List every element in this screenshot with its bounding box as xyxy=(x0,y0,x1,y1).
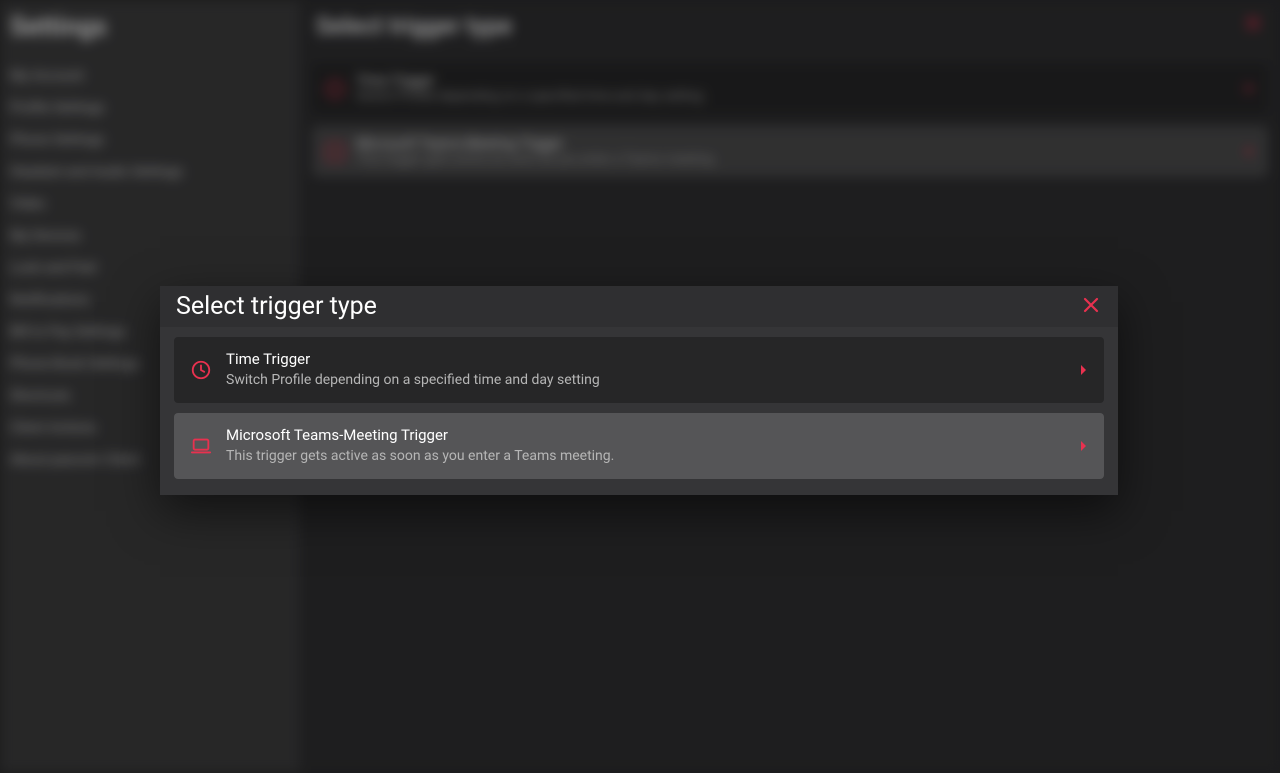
bg-trigger-option: Microsoft Teams-Meeting Trigger This tri… xyxy=(312,126,1268,177)
chevron-right-icon: ▶ xyxy=(1246,146,1254,157)
sidebar-item: My Account xyxy=(10,60,290,92)
trigger-option-time[interactable]: Time Trigger Switch Profile depending on… xyxy=(174,337,1104,403)
close-icon xyxy=(1083,297,1099,317)
close-icon xyxy=(1244,14,1262,32)
sidebar-item: Phone Settings xyxy=(10,124,290,156)
laptop-icon xyxy=(326,143,344,161)
sidebar-item: Look and Feel xyxy=(10,252,290,284)
bg-panel-title: Select trigger type xyxy=(312,0,1268,50)
divider xyxy=(312,50,1268,51)
modal-header: Select trigger type xyxy=(160,286,1118,327)
trigger-option-teams-meeting[interactable]: Microsoft Teams-Meeting Trigger This tri… xyxy=(174,413,1104,479)
chevron-right-icon: ▶ xyxy=(1246,83,1254,94)
settings-title: Settings xyxy=(10,12,290,42)
option-description: This trigger gets active as soon as you … xyxy=(226,447,1066,467)
chevron-right-icon xyxy=(1080,364,1088,376)
option-labels: Time Trigger Switch Profile depending on… xyxy=(226,349,1066,391)
bg-trigger-option: Time Trigger Switch Profile depending on… xyxy=(312,63,1268,114)
clock-icon xyxy=(190,359,212,381)
laptop-icon xyxy=(190,435,212,457)
sidebar-item: Profile Settings xyxy=(10,92,290,124)
modal-title: Select trigger type xyxy=(176,292,377,321)
modal-close-button[interactable] xyxy=(1080,296,1102,318)
option-labels: Microsoft Teams-Meeting Trigger This tri… xyxy=(226,425,1066,467)
option-title: Microsoft Teams-Meeting Trigger xyxy=(226,425,1066,445)
sidebar-item: My Devices xyxy=(10,220,290,252)
option-title: Time Trigger xyxy=(226,349,1066,369)
modal-body: Time Trigger Switch Profile depending on… xyxy=(160,327,1118,495)
option-description: Switch Profile depending on a specified … xyxy=(226,371,1066,391)
select-trigger-modal: Select trigger type Time Trigger Switch … xyxy=(160,286,1118,495)
chevron-right-icon xyxy=(1080,440,1088,452)
sidebar-item: Headset and Audio Settings xyxy=(10,156,290,188)
sidebar-item: Video xyxy=(10,188,290,220)
clock-icon xyxy=(326,80,344,98)
